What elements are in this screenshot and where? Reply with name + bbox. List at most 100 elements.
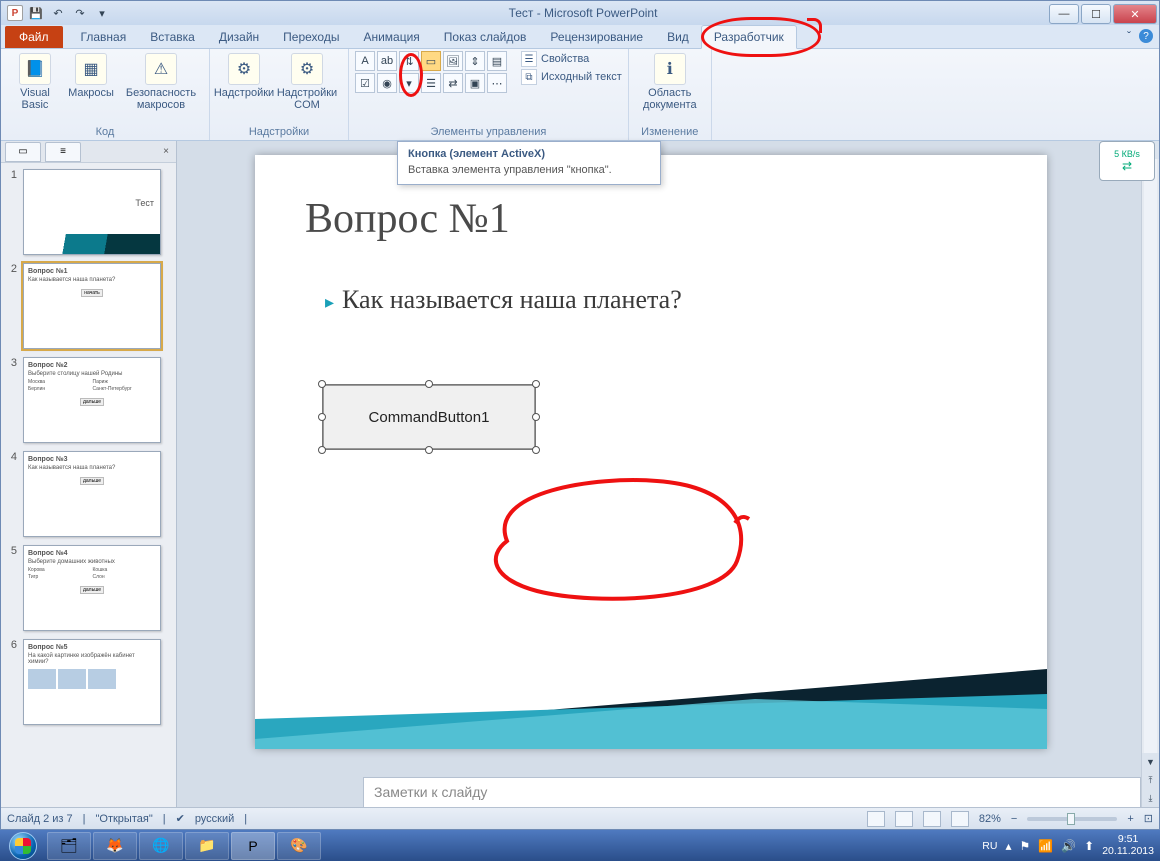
flag-icon[interactable]: ⚑	[1019, 839, 1030, 853]
tab-animation[interactable]: Анимация	[351, 26, 431, 48]
control-frame[interactable]: ▣	[465, 73, 485, 93]
panel-close-button[interactable]: ×	[156, 142, 176, 162]
close-button[interactable]: ✕	[1113, 4, 1157, 24]
file-tab[interactable]: Файл	[5, 26, 63, 48]
save-icon[interactable]: 💾	[27, 4, 45, 22]
control-toggle[interactable]: ⇄	[443, 73, 463, 93]
resize-handle-e[interactable]	[532, 413, 540, 421]
properties-button[interactable]: ☰Свойства	[521, 51, 622, 67]
notes-placeholder[interactable]: Заметки к слайду	[364, 778, 1140, 806]
tab-insert[interactable]: Вставка	[138, 26, 207, 48]
scroll-down-button[interactable]: ▼	[1142, 753, 1159, 771]
tab-transitions[interactable]: Переходы	[271, 26, 351, 48]
taskbar-chrome[interactable]: 🌐	[139, 832, 183, 860]
start-button[interactable]	[0, 830, 46, 861]
thumbnail-row[interactable]: 6Вопрос №5На какой картинке изображён ка…	[5, 639, 172, 725]
panel-tab-slides[interactable]: ▭	[5, 142, 41, 162]
volume-icon[interactable]: 🔊	[1061, 839, 1076, 853]
com-addins-button[interactable]: ⚙Надстройки COM	[272, 51, 342, 113]
tray-lang[interactable]: RU	[982, 840, 997, 852]
view-normal-button[interactable]	[867, 811, 885, 827]
taskbar-firefox[interactable]: 🦊	[93, 832, 137, 860]
thumbnail[interactable]: Вопрос №5На какой картинке изображён каб…	[23, 639, 161, 725]
slide-title[interactable]: Вопрос №1	[305, 195, 510, 243]
control-textbox[interactable]: ab	[377, 51, 397, 71]
minimize-button[interactable]: —	[1049, 4, 1079, 24]
control-button[interactable]: ▭	[421, 51, 441, 71]
taskbar-powerpoint[interactable]: P	[231, 832, 275, 860]
control-spin[interactable]: ⇅	[399, 51, 419, 71]
thumbnail[interactable]: Вопрос №3Как называется наша планета?дал…	[23, 451, 161, 537]
taskbar-folder[interactable]: 📁	[185, 832, 229, 860]
qat-customize-icon[interactable]: ▾	[93, 4, 111, 22]
thumbnail-row[interactable]: 3Вопрос №2Выберите столицу нашей РодиныМ…	[5, 357, 172, 443]
status-zoom[interactable]: 82%	[979, 813, 1001, 825]
tab-review[interactable]: Рецензирование	[538, 26, 655, 48]
slide-body-text[interactable]: Как называется наша планета?	[325, 285, 682, 315]
undo-icon[interactable]: ↶	[49, 4, 67, 22]
app-icon[interactable]: P	[7, 5, 23, 21]
ribbon-minimize-icon[interactable]: ˇ	[1127, 29, 1131, 43]
help-icon[interactable]: ?	[1139, 29, 1153, 43]
tab-view[interactable]: Вид	[655, 26, 701, 48]
zoom-slider[interactable]	[1027, 817, 1117, 821]
resize-handle-sw[interactable]	[318, 446, 326, 454]
control-image[interactable]: 🖼	[443, 51, 463, 71]
notes-pane[interactable]: Заметки к слайду	[363, 777, 1141, 807]
sidebar-gadget[interactable]: 5 КВ/s ⇄	[1099, 141, 1155, 181]
macros-button[interactable]: ▦Макросы	[63, 51, 119, 113]
taskbar-paint[interactable]: 🎨	[277, 832, 321, 860]
thumbnail[interactable]: Вопрос №2Выберите столицу нашей РодиныМо…	[23, 357, 161, 443]
slide-editor[interactable]: Вопрос №1 Как называется наша планета? C…	[177, 141, 1159, 807]
thumbnails-list[interactable]: 1Тест2Вопрос №1Как называется наша плане…	[1, 163, 176, 807]
system-tray[interactable]: RU ▴ ⚑ 📶 🔊 ⬆ 9:51 20.11.2013	[982, 834, 1160, 857]
thumbnail-row[interactable]: 4Вопрос №3Как называется наша планета?да…	[5, 451, 172, 537]
tab-home[interactable]: Главная	[69, 26, 139, 48]
macro-security-button[interactable]: ⚠Безопасность макросов	[119, 51, 203, 113]
view-slideshow-button[interactable]	[951, 811, 969, 827]
resize-handle-nw[interactable]	[318, 380, 326, 388]
resize-handle-s[interactable]	[425, 446, 433, 454]
tray-show-hidden-icon[interactable]: ▴	[1005, 839, 1011, 853]
taskbar-explorer[interactable]: 🗂	[47, 832, 91, 860]
control-more2[interactable]: ⋯	[487, 73, 507, 93]
thumbnail-row[interactable]: 5Вопрос №4Выберите домашних животныхКоро…	[5, 545, 172, 631]
tab-slideshow[interactable]: Показ слайдов	[432, 26, 539, 48]
control-option[interactable]: ◉	[377, 73, 397, 93]
tab-design[interactable]: Дизайн	[207, 26, 271, 48]
control-scrollbar[interactable]: ⇕	[465, 51, 485, 71]
network-icon[interactable]: 📶	[1038, 839, 1053, 853]
view-code-button[interactable]: ⧉Исходный текст	[521, 69, 622, 85]
thumbnail[interactable]: Тест	[23, 169, 161, 255]
tab-developer[interactable]: Разработчик	[701, 25, 797, 49]
redo-icon[interactable]: ↷	[71, 4, 89, 22]
resize-handle-se[interactable]	[532, 446, 540, 454]
view-reading-button[interactable]	[923, 811, 941, 827]
status-language[interactable]: русский	[195, 813, 234, 825]
command-button[interactable]: CommandButton1	[323, 385, 535, 449]
thumbnail-row[interactable]: 2Вопрос №1Как называется наша планета?на…	[5, 263, 172, 349]
editor-vertical-scrollbar[interactable]: ▲ ▼ ⤒ ⤓	[1141, 141, 1159, 807]
addins-button[interactable]: ⚙Надстройки	[216, 51, 272, 113]
command-button-selection[interactable]: CommandButton1	[323, 385, 535, 449]
cloud-icon[interactable]: ⬆	[1084, 839, 1094, 853]
control-more1[interactable]: ▤	[487, 51, 507, 71]
view-sorter-button[interactable]	[895, 811, 913, 827]
spellcheck-icon[interactable]: ✔	[176, 812, 185, 825]
prev-slide-button[interactable]: ⤒	[1142, 771, 1159, 789]
slide-canvas[interactable]: Вопрос №1 Как называется наша планета? C…	[255, 155, 1047, 749]
panel-tab-outline[interactable]: ≡	[45, 142, 81, 162]
zoom-in-button[interactable]: +	[1127, 813, 1133, 825]
document-panel-button[interactable]: ℹОбласть документа	[635, 51, 705, 113]
thumbnail-row[interactable]: 1Тест	[5, 169, 172, 255]
thumbnail[interactable]: Вопрос №1Как называется наша планета?нач…	[23, 263, 161, 349]
control-checkbox[interactable]: ☑	[355, 73, 375, 93]
thumbnail[interactable]: Вопрос №4Выберите домашних животныхКоров…	[23, 545, 161, 631]
zoom-out-button[interactable]: −	[1011, 813, 1017, 825]
resize-handle-n[interactable]	[425, 380, 433, 388]
visual-basic-button[interactable]: 📘Visual Basic	[7, 51, 63, 113]
control-label[interactable]: A	[355, 51, 375, 71]
next-slide-button[interactable]: ⤓	[1142, 789, 1159, 807]
maximize-button[interactable]: ☐	[1081, 4, 1111, 24]
control-combobox[interactable]: ▾	[399, 73, 419, 93]
